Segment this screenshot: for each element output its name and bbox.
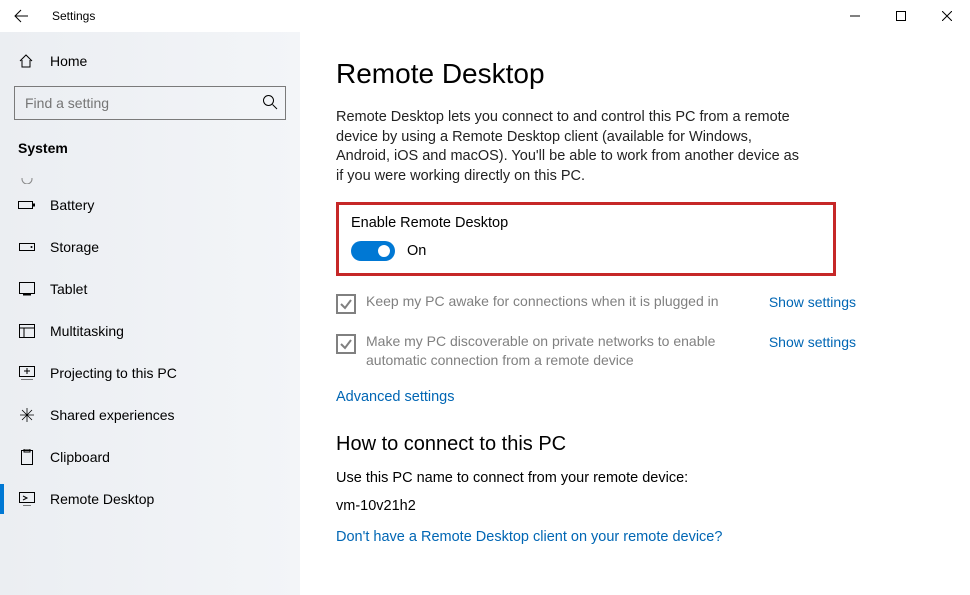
sidebar-item-multitasking[interactable]: Multitasking [0, 310, 300, 352]
page-title: Remote Desktop [336, 58, 934, 90]
enable-state: On [407, 243, 426, 259]
search-wrap [14, 86, 286, 120]
battery-icon [18, 199, 36, 211]
close-button[interactable] [924, 0, 970, 32]
page-description: Remote Desktop lets you connect to and c… [336, 108, 806, 186]
enable-remote-desktop-section: Enable Remote Desktop On [336, 202, 836, 276]
minimize-button[interactable] [832, 0, 878, 32]
close-icon [942, 11, 952, 21]
enable-toggle[interactable] [351, 241, 395, 261]
sidebar: Home System Battery Storage Tablet [0, 32, 300, 595]
clipboard-icon [18, 449, 36, 465]
sidebar-item-power[interactable] [0, 166, 300, 184]
sidebar-section-label: System [0, 134, 300, 166]
connect-heading: How to connect to this PC [336, 433, 934, 456]
storage-icon [18, 241, 36, 253]
option-keep-awake: Keep my PC awake for connections when it… [336, 292, 856, 314]
window-title: Settings [52, 9, 95, 23]
sidebar-item-shared[interactable]: Shared experiences [0, 394, 300, 436]
connect-instruction: Use this PC name to connect from your re… [336, 470, 934, 486]
remote-desktop-icon [18, 492, 36, 506]
sidebar-item-remote-desktop[interactable]: Remote Desktop [0, 478, 300, 520]
minimize-icon [850, 11, 860, 21]
search-icon [262, 94, 278, 110]
pc-name: vm-10v21h2 [336, 498, 934, 514]
maximize-button[interactable] [878, 0, 924, 32]
back-button[interactable] [0, 0, 42, 32]
arrow-left-icon [13, 8, 29, 24]
titlebar: Settings [0, 0, 970, 32]
option-text: Keep my PC awake for connections when it… [366, 292, 759, 311]
advanced-settings-link[interactable]: Advanced settings [336, 389, 455, 405]
projecting-icon [18, 366, 36, 380]
option-discoverable: Make my PC discoverable on private netwo… [336, 332, 856, 370]
content-area: Remote Desktop Remote Desktop lets you c… [300, 32, 970, 595]
multitasking-icon [18, 324, 36, 338]
checkmark-icon [339, 297, 353, 311]
show-settings-link[interactable]: Show settings [769, 334, 856, 350]
sidebar-home-label: Home [50, 53, 87, 69]
tablet-icon [18, 282, 36, 296]
checkbox-keep-awake[interactable] [336, 294, 356, 314]
sidebar-home[interactable]: Home [0, 42, 300, 80]
option-text: Make my PC discoverable on private netwo… [366, 332, 759, 370]
sidebar-item-label: Tablet [50, 281, 87, 297]
sidebar-item-label: Remote Desktop [50, 491, 154, 507]
sidebar-item-label: Clipboard [50, 449, 110, 465]
shared-icon [18, 407, 36, 423]
show-settings-link[interactable]: Show settings [769, 294, 856, 310]
sidebar-item-projecting[interactable]: Projecting to this PC [0, 352, 300, 394]
sidebar-item-label: Projecting to this PC [50, 365, 177, 381]
sidebar-item-label: Shared experiences [50, 407, 175, 423]
sidebar-item-label: Storage [50, 239, 99, 255]
help-link[interactable]: Don't have a Remote Desktop client on yo… [336, 529, 722, 545]
sidebar-item-label: Multitasking [50, 323, 124, 339]
sidebar-item-battery[interactable]: Battery [0, 184, 300, 226]
sidebar-item-label: Battery [50, 197, 94, 213]
sidebar-item-storage[interactable]: Storage [0, 226, 300, 268]
search-input[interactable] [14, 86, 286, 120]
sidebar-item-clipboard[interactable]: Clipboard [0, 436, 300, 478]
checkbox-discoverable[interactable] [336, 334, 356, 354]
checkmark-icon [339, 337, 353, 351]
maximize-icon [896, 11, 906, 21]
enable-label: Enable Remote Desktop [351, 215, 821, 231]
home-icon [18, 53, 36, 69]
sidebar-item-tablet[interactable]: Tablet [0, 268, 300, 310]
